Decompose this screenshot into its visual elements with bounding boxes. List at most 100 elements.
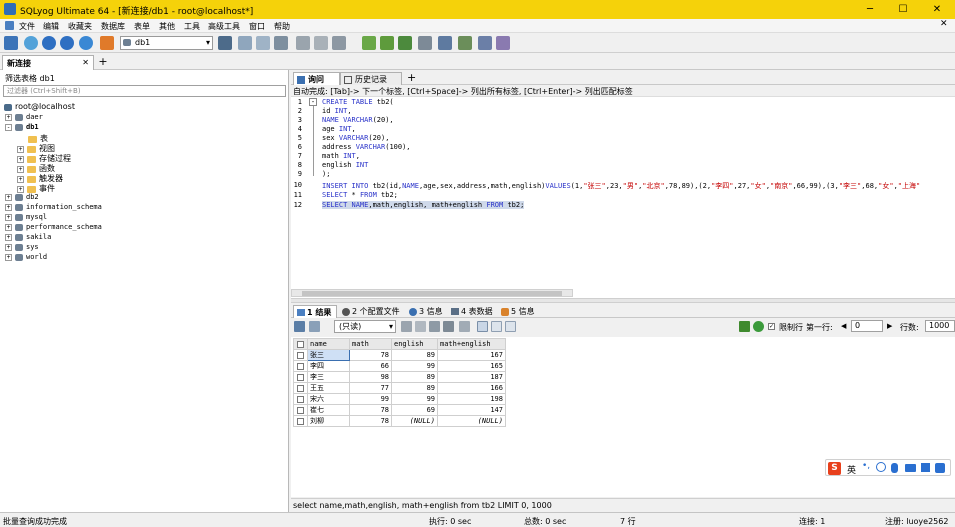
skin-icon[interactable] [921,463,930,472]
maximize-button[interactable]: ☐ [888,1,918,18]
add-query-tab-button[interactable]: + [404,72,416,85]
expand-icon[interactable]: + [17,185,24,193]
next-page-icon[interactable]: ▶ [887,322,892,330]
back-icon[interactable] [42,36,56,50]
ime-toolbar[interactable]: S 英 •, [825,459,951,476]
readonly-mode-select[interactable]: (只读) ▾ [334,320,396,333]
table-cell[interactable]: 99 [349,393,392,405]
add-connection-tab-button[interactable]: + [97,56,109,68]
monitor-icon[interactable] [478,36,492,50]
table-cell[interactable]: 99 [391,393,438,405]
apply-icon[interactable] [753,321,764,332]
restore-icon[interactable] [256,36,270,50]
menu-window[interactable]: 窗口 [249,21,265,32]
menu-edit[interactable]: 编辑 [43,21,59,32]
menu-advanced-tools[interactable]: 高级工具 [208,21,240,32]
table-row[interactable]: 宋六 99 99 198 [293,393,506,405]
table-cell[interactable]: 89 [391,382,438,394]
expand-icon[interactable]: + [5,223,12,231]
row-checkbox[interactable] [293,393,308,405]
table-cell[interactable]: 89 [391,349,438,361]
tab-messages[interactable]: 3 信息 [406,305,446,318]
connection-tab[interactable]: 新连接 ✕ [2,55,94,70]
sql-editor[interactable]: 1 2 3 4 5 6 7 8 9 10 11 12 - CREATE TABL… [291,96,955,299]
table-cell[interactable]: (NULL) [391,415,438,427]
table-row[interactable]: 刘柳 78 (NULL) (NULL) [293,415,506,427]
expand-icon[interactable]: + [5,193,12,201]
checkbox-icon[interactable] [297,373,304,381]
close-button[interactable]: ✕ [922,1,952,18]
tree-db-item[interactable]: + world [5,253,47,261]
copy-icon[interactable] [401,321,412,332]
row-checkbox[interactable] [293,360,308,372]
menu-tools[interactable]: 工具 [184,21,200,32]
menu-help[interactable]: 帮助 [274,21,290,32]
filter-icon[interactable] [739,321,750,332]
row-checkbox[interactable] [293,349,308,361]
schema-designer-icon[interactable] [296,36,310,50]
table-cell[interactable]: 198 [437,393,506,405]
checkbox-icon[interactable] [297,406,304,414]
menu-other[interactable]: 其他 [159,21,175,32]
first-row-input[interactable]: 0 [851,320,883,332]
tree-db-db1[interactable]: - db1 [5,123,39,131]
column-header[interactable]: math+english [437,338,506,350]
form-mode-icon[interactable] [491,321,502,332]
table-cell[interactable]: 李三 [307,371,350,383]
limit-rows-checkbox[interactable]: ✓ [768,322,775,331]
expand-icon[interactable]: + [5,233,12,241]
tree-db-item[interactable]: + performance_schema [5,223,102,231]
refresh-icon[interactable] [24,36,38,50]
keyboard-icon[interactable] [905,464,916,472]
checkbox-icon[interactable] [297,362,304,370]
emoji-icon[interactable] [876,462,886,472]
menu-table[interactable]: 表单 [134,21,150,32]
table-cell[interactable]: 78 [349,404,392,416]
column-header[interactable]: english [391,338,438,350]
compare-icon[interactable] [398,36,412,50]
table-cell[interactable]: 69 [391,404,438,416]
prev-page-icon[interactable]: ◀ [841,322,846,330]
save-icon[interactable] [429,321,440,332]
filter-input[interactable]: 过滤器 (Ctrl+Shift+B) [3,85,286,97]
table-cell[interactable]: 166 [437,382,506,394]
table-cell[interactable]: 187 [437,371,506,383]
table-cell[interactable]: (NULL) [437,415,506,427]
checkbox-icon[interactable] [297,384,304,392]
table-cell[interactable]: 66 [349,360,392,372]
pane-splitter[interactable] [291,298,955,303]
tab-profile[interactable]: 2 个配置文件 [339,305,403,318]
data-sync-icon[interactable] [362,36,376,50]
row-checkbox[interactable] [293,415,308,427]
tab-history[interactable]: 历史记录 [340,72,402,85]
expand-icon[interactable]: + [17,175,24,183]
table-cell[interactable]: 刘柳 [307,415,350,427]
ime-menu-icon[interactable] [935,463,945,473]
table-cell[interactable]: 167 [437,349,506,361]
checkbox-icon[interactable] [297,351,304,359]
collapse-icon[interactable]: - [5,123,12,131]
editor-horizontal-scrollbar[interactable] [291,289,573,297]
notifications-icon[interactable] [458,36,472,50]
fold-toggle-icon[interactable]: - [309,98,317,106]
tab-table-data[interactable]: 4 表数据 [448,305,496,318]
microphone-icon[interactable] [891,463,898,473]
table-cell[interactable]: 98 [349,371,392,383]
checkbox-checked-icon[interactable]: ✓ [768,323,775,330]
import-icon[interactable] [274,36,288,50]
checkbox-icon[interactable] [297,340,304,348]
menu-favorites[interactable]: 收藏夹 [68,21,92,32]
execute-all-icon[interactable] [100,36,114,50]
migration-icon[interactable] [418,36,432,50]
table-cell[interactable]: 崔七 [307,404,350,416]
row-checkbox[interactable] [293,371,308,383]
tree-root[interactable]: root@localhost [4,102,75,111]
text-mode-icon[interactable] [505,321,516,332]
expand-icon[interactable]: + [5,203,12,211]
table-cell[interactable]: 99 [391,360,438,372]
scrollbar-thumb[interactable] [302,291,562,296]
table-cell[interactable]: 165 [437,360,506,372]
backup-icon[interactable] [238,36,252,50]
user-manager-icon[interactable] [218,36,232,50]
checkbox-icon[interactable] [297,417,304,425]
